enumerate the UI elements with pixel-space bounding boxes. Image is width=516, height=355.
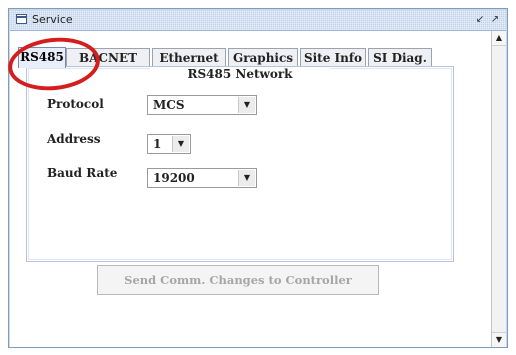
scroll-down-arrow-icon[interactable]: ▼ xyxy=(492,332,506,347)
tab-si-diag[interactable]: SI Diag. xyxy=(368,48,432,67)
address-select[interactable]: 1 ▼ xyxy=(147,134,191,154)
protocol-value: MCS xyxy=(153,98,185,112)
title-bar: Service ↙ ↗ xyxy=(10,10,506,31)
tab-label: Graphics xyxy=(232,51,294,65)
chevron-down-icon[interactable]: ▼ xyxy=(238,97,255,113)
address-value: 1 xyxy=(153,137,162,151)
maximize-icon[interactable]: ↗ xyxy=(489,13,501,26)
restore-down-icon[interactable]: ↙ xyxy=(474,13,486,26)
window-title: Service xyxy=(32,13,73,26)
tab-label: Site Info xyxy=(303,51,363,65)
protocol-select[interactable]: MCS ▼ xyxy=(147,95,257,115)
baud-rate-select[interactable]: 19200 ▼ xyxy=(147,168,257,188)
protocol-label: Protocol xyxy=(47,97,104,111)
panel-title: RS485 Network xyxy=(150,67,330,81)
tab-label: SI Diag. xyxy=(373,51,427,65)
tab-ethernet[interactable]: Ethernet xyxy=(152,48,226,67)
vertical-scrollbar[interactable]: ▲ ▼ xyxy=(491,31,506,347)
scroll-up-arrow-icon[interactable]: ▲ xyxy=(492,31,506,46)
tab-label: Ethernet xyxy=(159,51,219,65)
baud-rate-value: 19200 xyxy=(153,171,195,185)
tab-site-info[interactable]: Site Info xyxy=(300,48,366,67)
window-icon xyxy=(16,14,27,24)
chevron-down-icon[interactable]: ▼ xyxy=(238,170,255,186)
chevron-down-icon[interactable]: ▼ xyxy=(172,136,189,152)
address-label: Address xyxy=(47,132,101,146)
baud-rate-label: Baud Rate xyxy=(47,166,118,180)
tab-graphics[interactable]: Graphics xyxy=(228,48,298,67)
send-comm-changes-button[interactable]: Send Comm. Changes to Controller xyxy=(97,265,379,295)
